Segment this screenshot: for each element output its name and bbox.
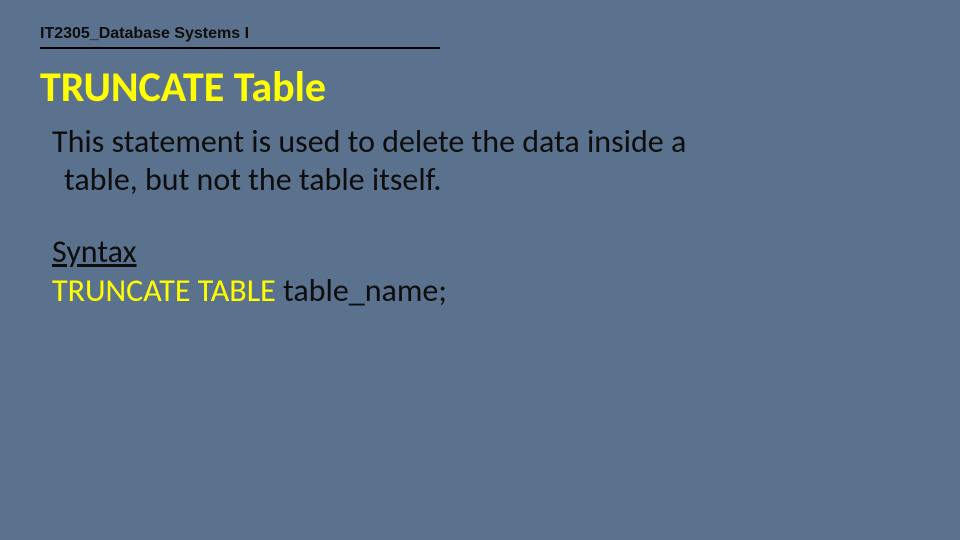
slide: IT2305_Database Systems I TRUNCATE Table… bbox=[0, 0, 960, 540]
course-label: IT2305_Database Systems I bbox=[40, 25, 440, 49]
description-text: This statement is used to delete the dat… bbox=[64, 123, 724, 199]
syntax-heading: Syntax bbox=[52, 233, 920, 271]
syntax-argument: table_name; bbox=[283, 271, 447, 310]
syntax-keyword: TRUNCATE TABLE bbox=[52, 271, 283, 310]
slide-body: This statement is used to delete the dat… bbox=[40, 123, 920, 310]
slide-title: TRUNCATE Table bbox=[40, 67, 920, 109]
syntax-line: TRUNCATE TABLE table_name; bbox=[52, 272, 920, 310]
